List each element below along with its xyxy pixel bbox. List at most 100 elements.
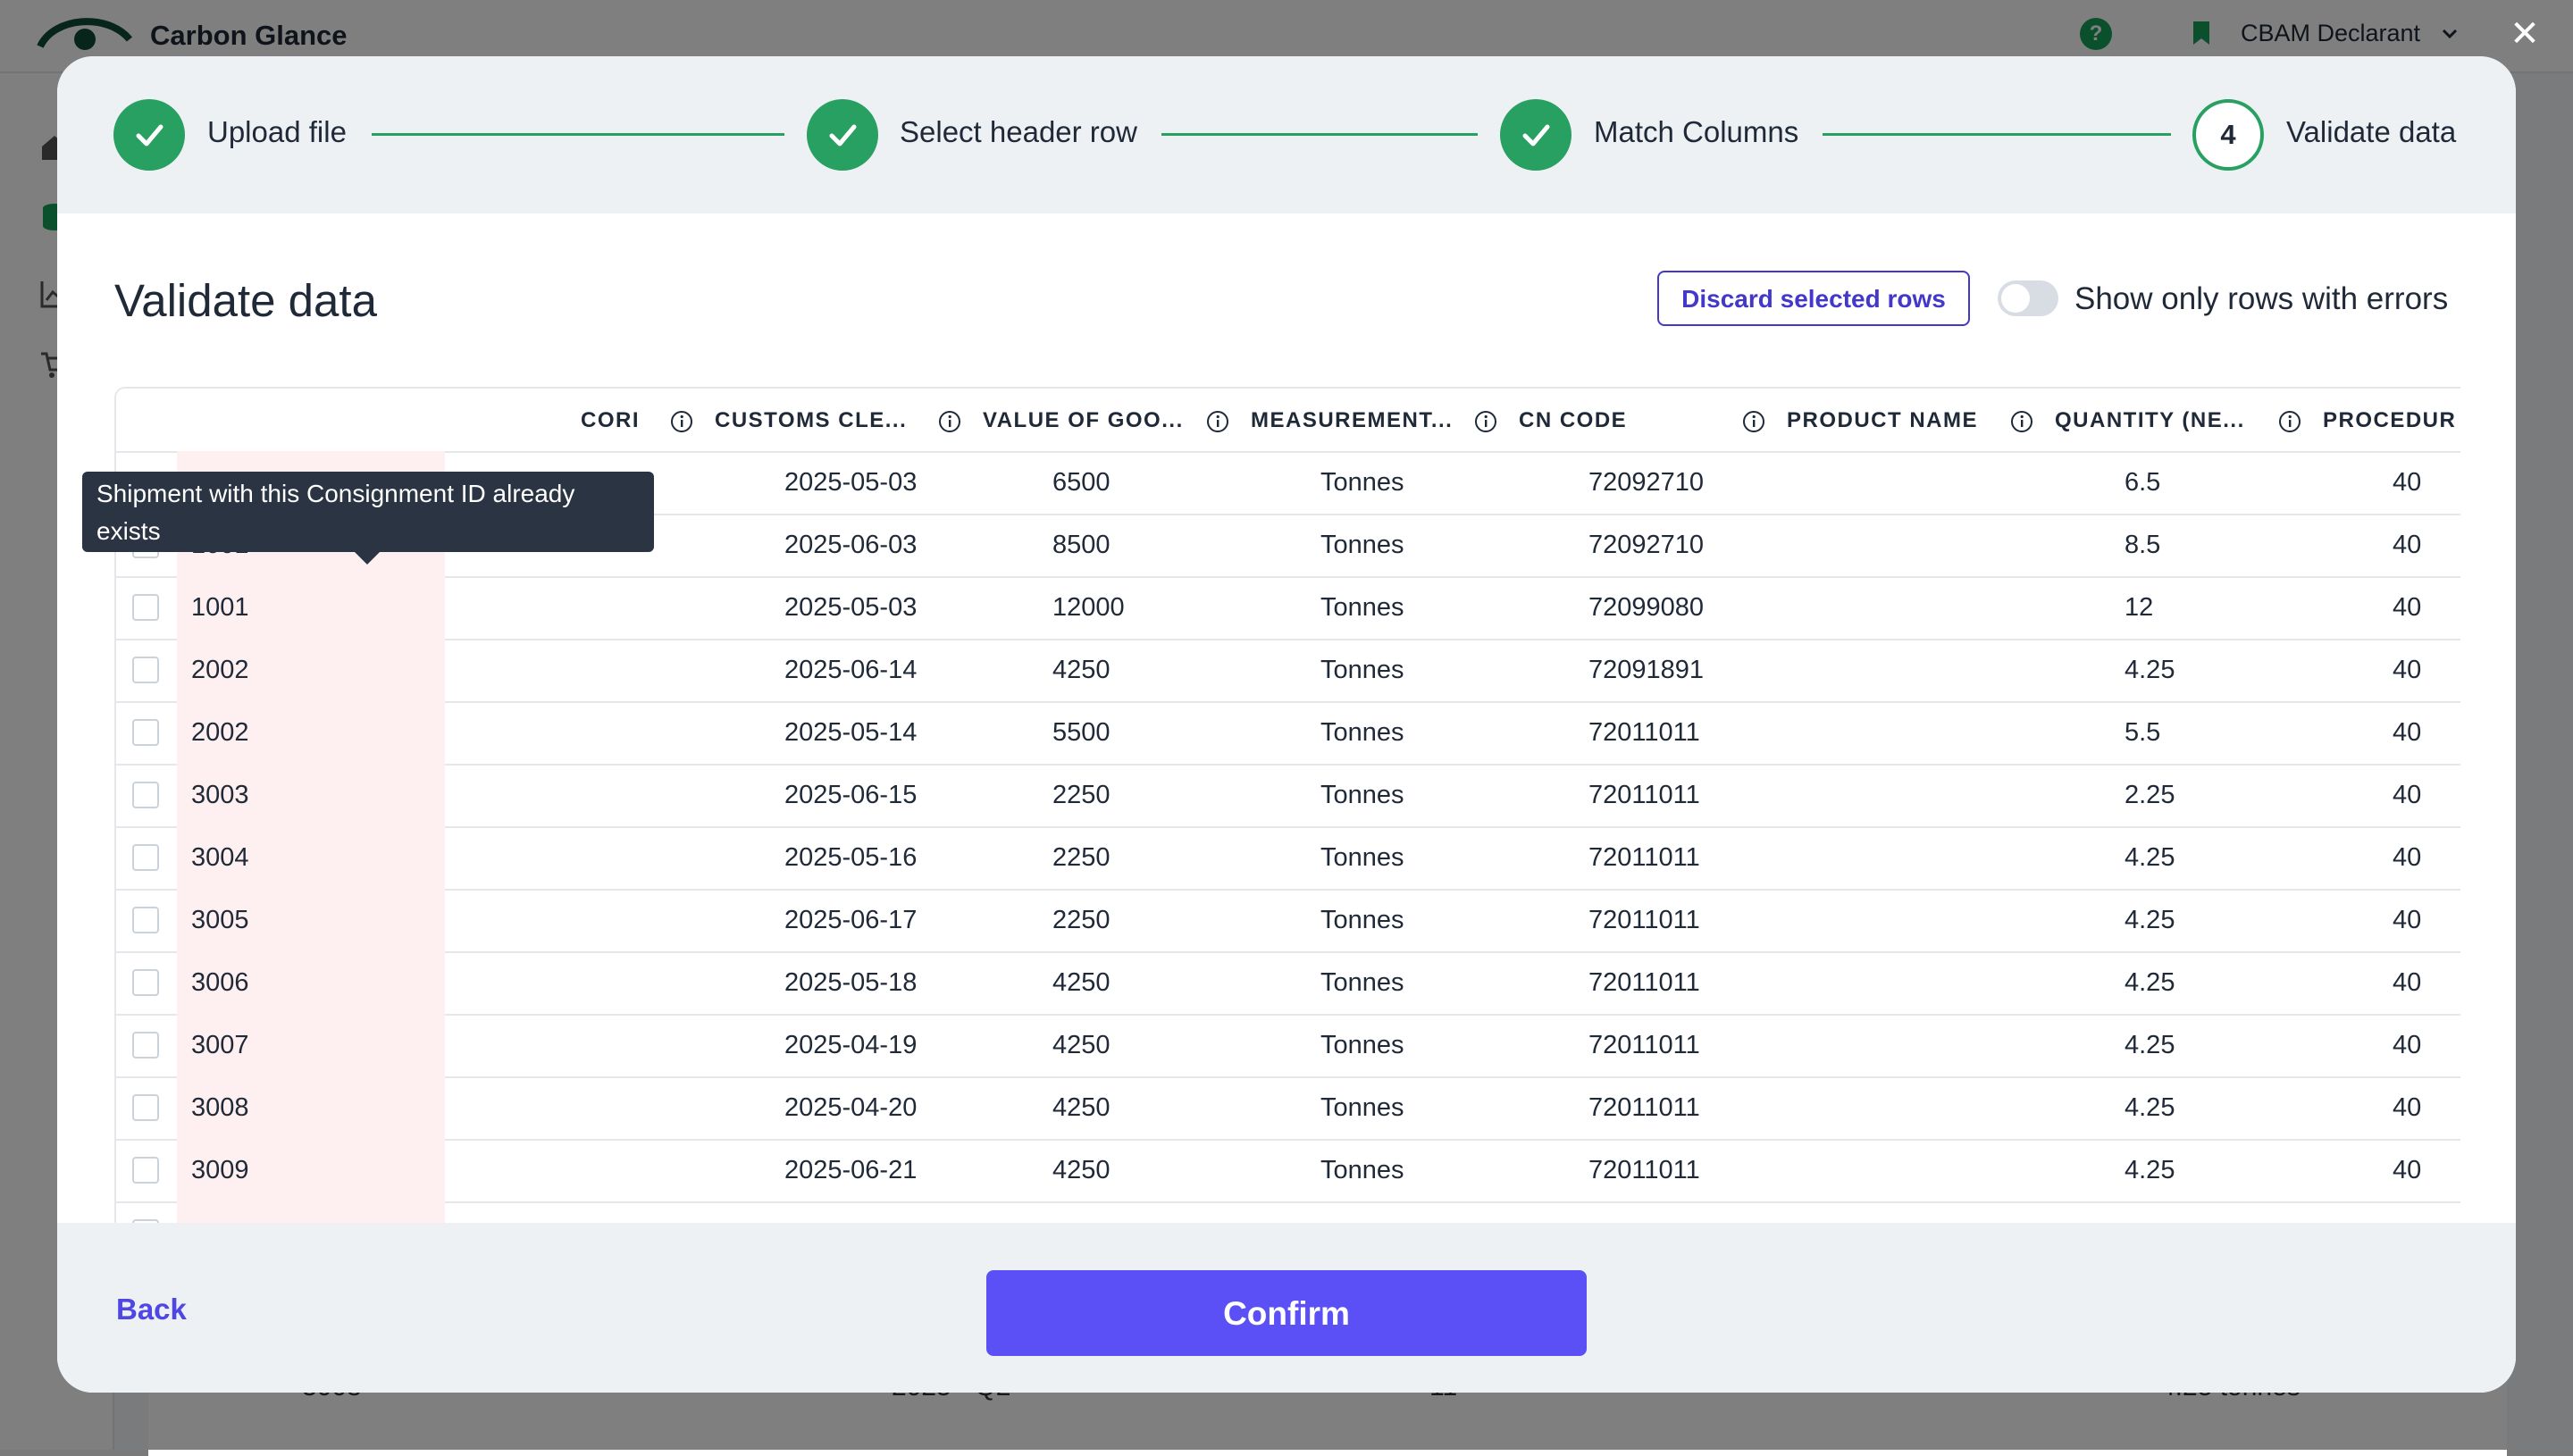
- close-icon[interactable]: ✕: [2509, 16, 2541, 52]
- procedure: 40: [2393, 781, 2422, 809]
- row-checkbox[interactable]: [132, 719, 159, 746]
- consignment-id-error-cell[interactable]: 3005: [177, 889, 445, 951]
- consignment-id-error-cell[interactable]: 3007: [177, 1014, 445, 1076]
- consignment-id-error-cell[interactable]: 3008: [177, 1076, 445, 1139]
- step-connector: [1823, 133, 2171, 136]
- quantity: 4.25: [2125, 1093, 2175, 1122]
- quantity: 4.25: [2125, 906, 2175, 934]
- row-checkbox[interactable]: [132, 844, 159, 871]
- customs-clearance-date: 2025-05-03: [784, 593, 918, 622]
- customs-clearance-date: 2025-06-15: [784, 781, 918, 809]
- table-row: 3007 2025-04-19 4250 Tonnes 72011011 4.2…: [116, 1014, 2460, 1078]
- consignment-id-error-cell[interactable]: 3004: [177, 826, 445, 889]
- step-connector: [1161, 133, 1478, 136]
- column-header-product-name: PRODUCT NAME: [1787, 408, 1978, 432]
- table-row: 3003 2025-06-15 2250 Tonnes 72011011 2.2…: [116, 764, 2460, 828]
- column-header-quantity: QUANTITY (NE...: [2055, 408, 2245, 432]
- show-errors-toggle[interactable]: [1998, 280, 2058, 316]
- procedure: 40: [2393, 531, 2422, 559]
- consignment-id: 3008: [191, 1093, 249, 1122]
- value-of-goods: 4250: [1052, 1093, 1110, 1122]
- consignment-id: 3004: [191, 843, 249, 872]
- info-icon[interactable]: [938, 410, 961, 433]
- row-checkbox[interactable]: [132, 969, 159, 996]
- cn-code: 72092710: [1588, 468, 1705, 497]
- import-modal: Upload file Select header row Match Colu…: [57, 56, 2516, 1393]
- table-row: 3008 2025-04-20 4250 Tonnes 72011011 4.2…: [116, 1076, 2460, 1141]
- step-2-check-icon: [807, 99, 878, 171]
- procedure: 40: [2393, 968, 2422, 997]
- consignment-id-error-cell[interactable]: 3009: [177, 1139, 445, 1201]
- confirm-button[interactable]: Confirm: [986, 1270, 1587, 1356]
- tooltip-arrow: [355, 552, 380, 565]
- procedure: 40: [2393, 718, 2422, 747]
- value-of-goods: 6500: [1052, 468, 1110, 497]
- value-of-goods: 5500: [1052, 718, 1110, 747]
- procedure: 40: [2393, 843, 2422, 872]
- modal-footer: Back Confirm: [57, 1223, 2516, 1393]
- error-tooltip: Shipment with this Consignment ID alread…: [82, 472, 654, 552]
- column-header-cn-code: CN CODE: [1519, 408, 1628, 432]
- row-checkbox[interactable]: [132, 1157, 159, 1184]
- step-select-header-row: Select header row: [900, 115, 1137, 148]
- stepper: Upload file Select header row Match Colu…: [57, 56, 2516, 213]
- consignment-id: 3005: [191, 906, 249, 934]
- consignment-id: 2002: [191, 656, 249, 684]
- row-checkbox[interactable]: [132, 1032, 159, 1059]
- row-checkbox[interactable]: [132, 1094, 159, 1121]
- table-row: 2002 2025-06-14 4250 Tonnes 72091891 4.2…: [116, 639, 2460, 703]
- table-header: CORI CUSTOMS CLE... VALUE OF GOO... MEAS…: [116, 389, 2460, 453]
- step-upload-file: Upload file: [207, 115, 347, 148]
- consignment-id: 3006: [191, 968, 249, 997]
- step-connector: [372, 133, 784, 136]
- consignment-id: 2002: [191, 718, 249, 747]
- consignment-id-error-cell[interactable]: 1001: [177, 576, 445, 639]
- discard-selected-rows-button[interactable]: Discard selected rows: [1657, 271, 1970, 326]
- info-icon[interactable]: [2278, 410, 2301, 433]
- info-icon[interactable]: [670, 410, 693, 433]
- customs-clearance-date: 2025-06-14: [784, 656, 918, 684]
- procedure: 40: [2393, 1093, 2422, 1122]
- quantity: 6.5: [2125, 468, 2161, 497]
- quantity: 4.25: [2125, 1156, 2175, 1184]
- table-row: 3006 2025-05-18 4250 Tonnes 72011011 4.2…: [116, 951, 2460, 1016]
- consignment-id-error-cell[interactable]: 3006: [177, 951, 445, 1014]
- table-row: 3004 2025-05-16 2250 Tonnes 72011011 4.2…: [116, 826, 2460, 891]
- step-3-check-icon: [1500, 99, 1571, 171]
- column-header-customs-clearance: CUSTOMS CLE...: [715, 408, 908, 432]
- info-icon[interactable]: [1206, 410, 1229, 433]
- measurement-unit: Tonnes: [1320, 1156, 1404, 1184]
- cn-code: 72011011: [1588, 843, 1700, 872]
- row-checkbox[interactable]: [132, 594, 159, 621]
- procedure: 40: [2393, 656, 2422, 684]
- value-of-goods: 4250: [1052, 1031, 1110, 1059]
- cn-code: 72011011: [1588, 968, 1700, 997]
- consignment-id: 3003: [191, 781, 249, 809]
- value-of-goods: 2250: [1052, 781, 1110, 809]
- row-checkbox[interactable]: [132, 782, 159, 808]
- row-checkbox[interactable]: [132, 907, 159, 933]
- consignment-id-error-cell[interactable]: 2002: [177, 639, 445, 701]
- procedure: 40: [2393, 1156, 2422, 1184]
- measurement-unit: Tonnes: [1320, 1093, 1404, 1122]
- consignment-id: 3007: [191, 1031, 249, 1059]
- quantity: 4.25: [2125, 968, 2175, 997]
- info-icon[interactable]: [2010, 410, 2033, 433]
- quantity: 12: [2125, 593, 2154, 622]
- procedure: 40: [2393, 468, 2422, 497]
- customs-clearance-date: 2025-06-21: [784, 1156, 918, 1184]
- column-header-measurement: MEASUREMENT...: [1251, 408, 1454, 432]
- table-row: 1001 2025-05-03 12000 Tonnes 72099080 12…: [116, 576, 2460, 640]
- consignment-id-error-cell[interactable]: 2002: [177, 701, 445, 764]
- measurement-unit: Tonnes: [1320, 968, 1404, 997]
- cn-code: 72011011: [1588, 1031, 1700, 1059]
- back-button[interactable]: Back: [116, 1293, 187, 1326]
- column-header-consignment: CORI: [581, 408, 640, 432]
- consignment-id-error-cell[interactable]: 3003: [177, 764, 445, 826]
- customs-clearance-date: 2025-05-16: [784, 843, 918, 872]
- info-icon[interactable]: [1742, 410, 1765, 433]
- cn-code: 72091891: [1588, 656, 1705, 684]
- cn-code: 72092710: [1588, 531, 1705, 559]
- row-checkbox[interactable]: [132, 657, 159, 683]
- info-icon[interactable]: [1474, 410, 1497, 433]
